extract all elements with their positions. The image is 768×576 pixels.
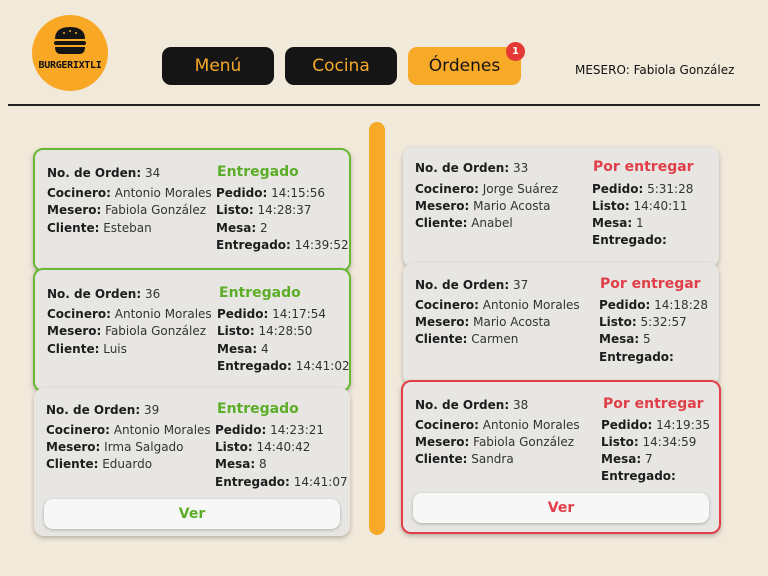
order-status: Por entregar bbox=[603, 396, 704, 412]
order-table: 8 bbox=[258, 457, 267, 471]
order-cook: Antonio Morales bbox=[114, 307, 212, 321]
order-cook: Antonio Morales bbox=[482, 418, 580, 432]
order-table: 7 bbox=[644, 452, 653, 466]
order-delivered-time: 14:39:52 bbox=[294, 238, 349, 252]
order-ordered-time: 14:15:56 bbox=[271, 186, 326, 200]
order-delivered-time: 14:41:07 bbox=[293, 475, 348, 489]
column-divider bbox=[369, 122, 385, 535]
order-ready-time: 14:40:42 bbox=[256, 440, 311, 454]
order-status: Entregado bbox=[219, 285, 301, 301]
order-card[interactable]: No. de Orden: 34 Entregado Cocinero: Ant… bbox=[33, 148, 351, 272]
burger-icon bbox=[54, 27, 86, 54]
order-ordered-time: 14:23:21 bbox=[270, 423, 325, 437]
order-number: 34 bbox=[144, 166, 161, 180]
order-ready-time: 14:28:37 bbox=[257, 203, 312, 217]
order-client: Luis bbox=[103, 342, 127, 356]
nav-menu-button[interactable]: Menú bbox=[162, 47, 274, 85]
order-table: 2 bbox=[259, 221, 268, 235]
order-status: Entregado bbox=[217, 164, 299, 180]
order-waiter: Fabiola González bbox=[105, 324, 207, 338]
order-status: Entregado bbox=[217, 401, 299, 417]
order-waiter: Fabiola González bbox=[473, 435, 575, 449]
order-ready-time: 5:32:57 bbox=[640, 315, 687, 329]
order-ready-time: 14:34:59 bbox=[642, 435, 697, 449]
order-ordered-time: 5:31:28 bbox=[647, 182, 694, 196]
order-ready-time: 14:40:11 bbox=[633, 199, 688, 213]
order-table: 4 bbox=[260, 342, 269, 356]
order-cook: Antonio Morales bbox=[482, 298, 580, 312]
order-number: 38 bbox=[512, 398, 529, 412]
order-number: 37 bbox=[512, 278, 529, 292]
order-card[interactable]: No. de Orden: 37 Por entregar Cocinero: … bbox=[403, 263, 719, 385]
order-ready-time: 14:28:50 bbox=[258, 324, 313, 338]
nav-orders-button[interactable]: Órdenes bbox=[408, 47, 521, 85]
order-number: 33 bbox=[512, 161, 529, 175]
view-order-button[interactable]: Ver bbox=[44, 499, 340, 529]
order-status: Por entregar bbox=[600, 276, 701, 292]
order-waiter: Mario Acosta bbox=[473, 315, 551, 329]
order-number: 39 bbox=[143, 403, 160, 417]
order-client: Carmen bbox=[471, 332, 519, 346]
order-client: Anabel bbox=[471, 216, 513, 230]
header-divider bbox=[8, 104, 760, 106]
logo-text: BURGERIXTLI bbox=[38, 60, 102, 71]
order-card-selected[interactable]: No. de Orden: 38 Por entregar Cocinero: … bbox=[401, 380, 721, 534]
order-table: 1 bbox=[635, 216, 644, 230]
order-client: Esteban bbox=[103, 221, 152, 235]
order-waiter: Fabiola González bbox=[105, 203, 207, 217]
order-cook: Antonio Morales bbox=[113, 423, 211, 437]
logo[interactable]: BURGERIXTLI bbox=[32, 15, 108, 91]
order-client: Eduardo bbox=[102, 457, 153, 471]
order-cook: Antonio Morales bbox=[114, 186, 212, 200]
order-number: 36 bbox=[144, 287, 161, 301]
nav-kitchen-button[interactable]: Cocina bbox=[285, 47, 397, 85]
order-card[interactable]: No. de Orden: 36 Entregado Cocinero: Ant… bbox=[33, 268, 351, 392]
order-table: 5 bbox=[642, 332, 651, 346]
order-delivered-time: 14:41:02 bbox=[295, 359, 350, 373]
order-waiter: Mario Acosta bbox=[473, 199, 551, 213]
view-order-button[interactable]: Ver bbox=[413, 493, 709, 523]
order-ordered-time: 14:17:54 bbox=[272, 307, 327, 321]
order-card[interactable]: No. de Orden: 39 Entregado Cocinero: Ant… bbox=[34, 388, 350, 536]
order-cook: Jorge Suárez bbox=[482, 182, 559, 196]
order-status: Por entregar bbox=[593, 159, 694, 175]
orders-badge: 1 bbox=[506, 42, 525, 61]
order-card[interactable]: No. de Orden: 33 Por entregar Cocinero: … bbox=[403, 147, 719, 267]
order-waiter: Irma Salgado bbox=[104, 440, 184, 454]
order-client: Sandra bbox=[471, 452, 514, 466]
order-ordered-time: 14:18:28 bbox=[654, 298, 709, 312]
current-waiter: MESERO: Fabiola González bbox=[575, 63, 735, 77]
order-ordered-time: 14:19:35 bbox=[656, 418, 711, 432]
